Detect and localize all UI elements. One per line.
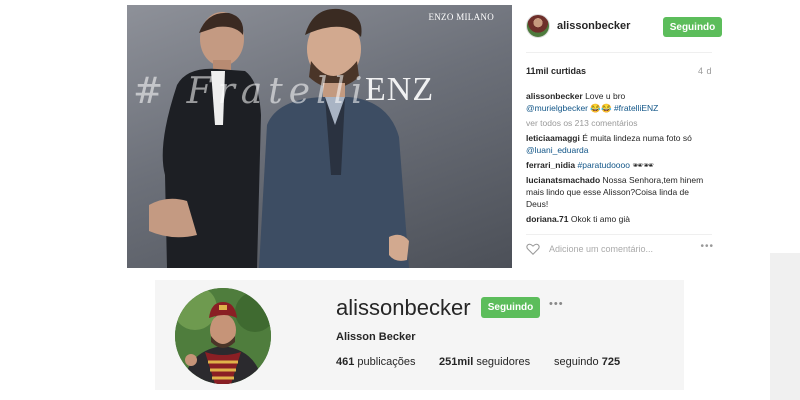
comment-username[interactable]: leticiaamaggi bbox=[526, 133, 580, 143]
followers-label: seguidores bbox=[476, 356, 531, 368]
more-options-icon[interactable]: ••• bbox=[549, 298, 564, 310]
comment-item: ferrari_nidia #paratudoooo 🕶🕶 bbox=[526, 159, 712, 171]
post-photo[interactable]: ENZO MILANO # Fratelli ENZ bbox=[127, 5, 512, 268]
following-label: seguindo bbox=[554, 356, 599, 368]
post-side-panel: alissonbecker Seguindo 11mil curtidas 4 … bbox=[516, 0, 722, 268]
comment-username[interactable]: doriana.71 bbox=[526, 214, 569, 224]
likes-count[interactable]: 11mil curtidas bbox=[526, 66, 586, 76]
comment-item: lucianatsmachado Nossa Senhora,tem hinem… bbox=[526, 174, 712, 210]
comment-text: É muita lindeza numa foto só bbox=[582, 133, 692, 143]
caption-mention[interactable]: @murielgbecker bbox=[526, 103, 588, 113]
profile-header: alissonbecker Seguindo ••• Alisson Becke… bbox=[155, 280, 684, 390]
comment-mention[interactable]: @luani_eduarda bbox=[526, 145, 589, 155]
comment-username[interactable]: ferrari_nidia bbox=[526, 160, 575, 170]
followers-stat[interactable]: 251mil seguidores bbox=[439, 356, 530, 368]
post-follow-button[interactable]: Seguindo bbox=[663, 17, 722, 37]
following-stat[interactable]: seguindo 725 bbox=[554, 356, 620, 368]
post-author-avatar[interactable] bbox=[526, 14, 550, 38]
header-divider bbox=[526, 52, 712, 53]
comment-hashtag[interactable]: #paratudoooo bbox=[578, 160, 630, 170]
caption-hashtag[interactable]: #fratelliENZ bbox=[614, 103, 658, 113]
add-comment-bar: Adicione um comentário... ••• bbox=[526, 241, 716, 258]
posts-count: 461 bbox=[336, 356, 355, 368]
comment-item: doriana.71 Okok ti amo già bbox=[526, 213, 712, 225]
comment-emoji: 🕶🕶 bbox=[632, 160, 654, 170]
comment-text: Okok ti amo già bbox=[570, 214, 630, 224]
comment-item: leticiaamaggi É muita lindeza numa foto … bbox=[526, 132, 712, 156]
profile-username: alissonbecker bbox=[336, 295, 471, 320]
caption-text: Love u bro bbox=[585, 91, 626, 101]
post-photo-illustration bbox=[149, 8, 409, 268]
comments-divider bbox=[526, 234, 712, 235]
photo-watermark-brand: ENZ bbox=[365, 71, 435, 108]
posts-count-stat: 461 publicações bbox=[336, 356, 416, 368]
profile-full-name: Alisson Becker bbox=[336, 331, 416, 343]
view-all-comments-link[interactable]: ver todos os 213 comentários bbox=[526, 117, 712, 129]
photo-watermark-hashtag: # Fratelli bbox=[133, 71, 369, 112]
profile-avatar-illustration bbox=[175, 288, 271, 384]
following-count: 725 bbox=[601, 356, 621, 368]
comment-username[interactable]: lucianatsmachado bbox=[526, 175, 600, 185]
comments-list: alissonbecker Love u bro @murielgbecker … bbox=[526, 90, 712, 228]
post-time[interactable]: 4 d bbox=[698, 66, 712, 76]
followers-count: 251mil bbox=[439, 356, 474, 368]
post-header: alissonbecker Seguindo bbox=[526, 14, 722, 40]
more-options-icon[interactable]: ••• bbox=[700, 241, 714, 252]
caption: alissonbecker Love u bro @murielgbecker … bbox=[526, 90, 712, 114]
caption-username[interactable]: alissonbecker bbox=[526, 91, 583, 101]
caption-emoji: 😂😂 bbox=[590, 103, 612, 113]
add-comment-input[interactable]: Adicione um comentário... bbox=[549, 244, 653, 254]
heart-icon[interactable] bbox=[526, 242, 540, 256]
post-author-username[interactable]: alissonbecker bbox=[557, 20, 630, 32]
profile-follow-button[interactable]: Seguindo bbox=[481, 297, 540, 318]
photo-brand-mark: ENZO MILANO bbox=[428, 12, 494, 22]
background-panel-edge bbox=[770, 253, 800, 400]
profile-avatar[interactable] bbox=[175, 288, 271, 384]
posts-label: publicações bbox=[357, 356, 416, 368]
